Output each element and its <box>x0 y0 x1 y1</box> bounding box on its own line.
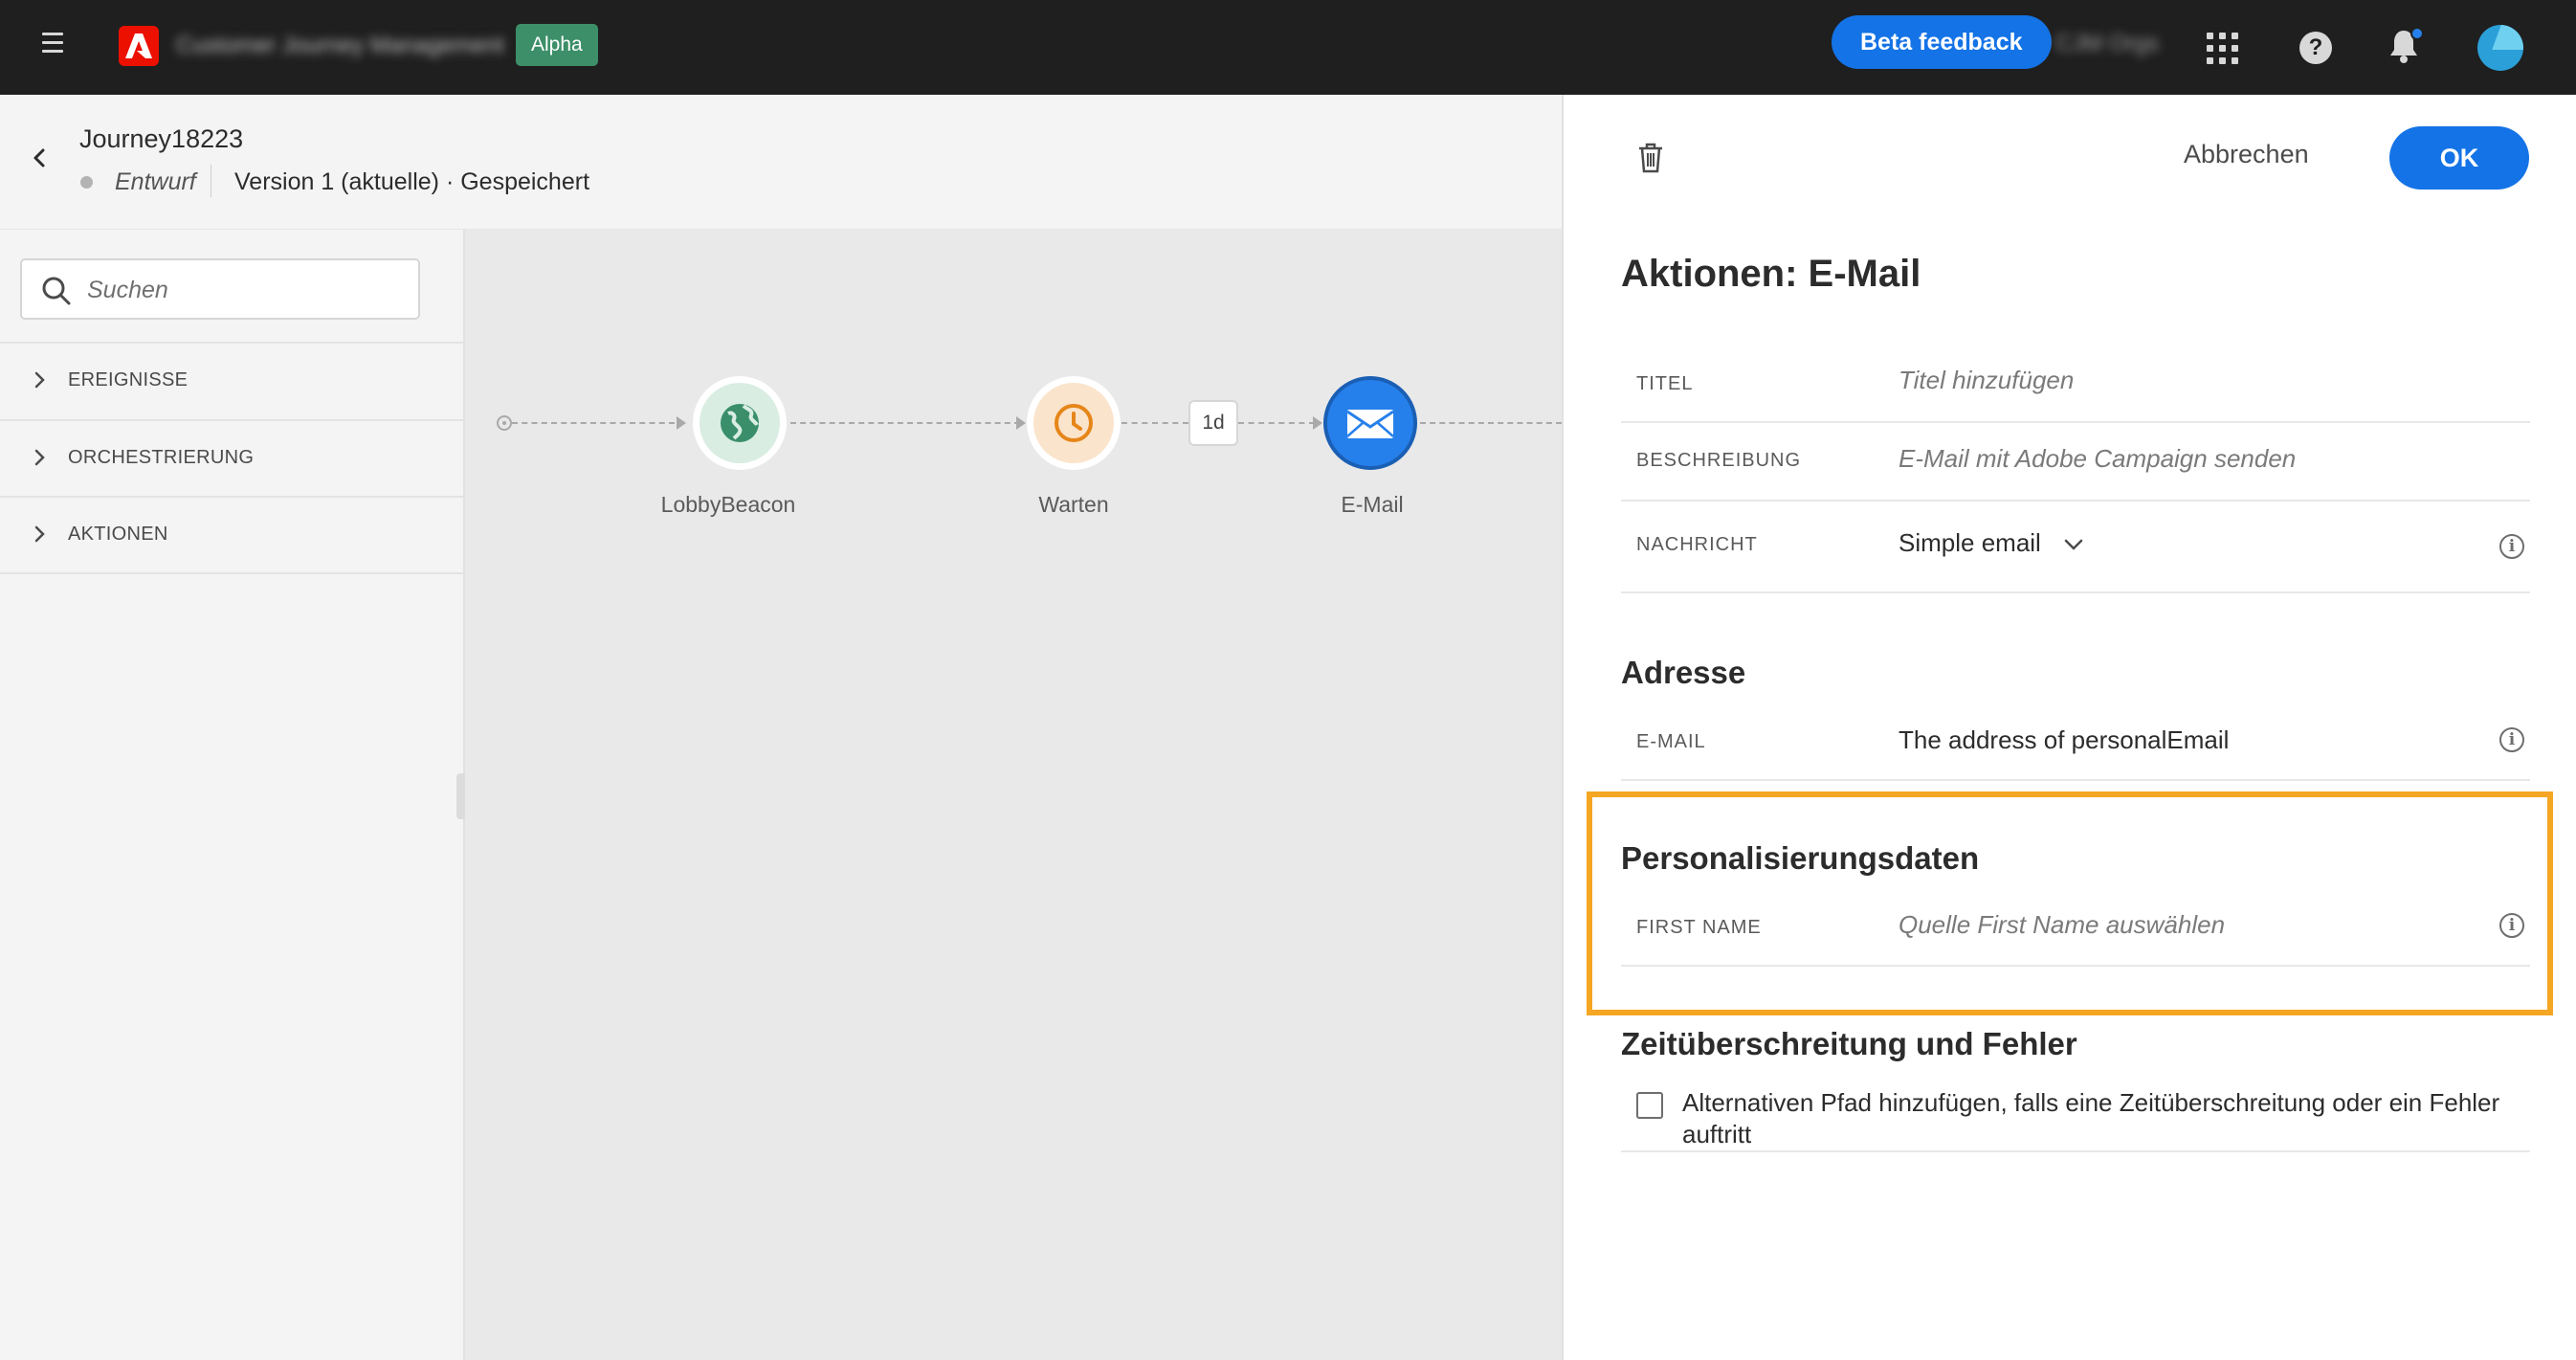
palette-section-label: ORCHESTRIERUNG <box>68 447 255 468</box>
node-warten[interactable] <box>1027 376 1121 470</box>
section-title-timeout: Zeitüberschreitung und Fehler <box>1621 1026 2077 1061</box>
journey-title: Journey18223 <box>79 124 244 153</box>
palette-section-label: EREIGNISSE <box>68 369 189 390</box>
field-label: E-MAIL <box>1636 731 1706 752</box>
wait-duration-badge[interactable]: 1d <box>1188 400 1238 446</box>
connector-line <box>1121 422 1188 424</box>
palette-section-orchestrierung[interactable]: ORCHESTRIERUNG <box>0 419 463 496</box>
start-point-icon <box>497 415 512 431</box>
description-input[interactable]: E-Mail mit Adobe Campaign senden <box>1899 444 2296 474</box>
connector-line <box>790 422 1020 424</box>
journey-version: Version 1 (aktuelle) · Gespeichert <box>234 168 590 195</box>
globe-icon <box>700 383 780 463</box>
info-icon[interactable]: i <box>2499 727 2524 752</box>
divider <box>0 572 463 574</box>
journey-header <box>0 95 1562 230</box>
alternative-path-checkbox[interactable] <box>1636 1092 1663 1119</box>
node-label: LobbyBeacon <box>660 492 796 517</box>
connector-arrow-icon <box>677 416 686 430</box>
field-label: BESCHREIBUNG <box>1636 450 1802 471</box>
status-dot-icon <box>80 176 93 189</box>
app-name: Customer Journey Management <box>176 33 504 58</box>
info-icon[interactable]: i <box>2499 534 2524 559</box>
user-avatar[interactable] <box>2477 25 2523 71</box>
chevron-right-icon <box>34 371 45 389</box>
message-select[interactable]: Simple email <box>1899 528 2084 558</box>
email-address-field[interactable]: The address of personalEmail <box>1899 725 2229 755</box>
connector-line <box>512 422 675 424</box>
mail-icon <box>1330 383 1410 463</box>
palette-search[interactable] <box>20 258 420 320</box>
node-label: Warten <box>1038 492 1109 517</box>
section-title-adresse: Adresse <box>1621 655 1746 690</box>
node-label: E-Mail <box>1341 492 1404 517</box>
field-row-first-name: FIRST NAME Quelle First Name auswählen i <box>1621 894 2530 967</box>
apps-grid-icon[interactable] <box>2207 33 2239 65</box>
cancel-button[interactable]: Abbrechen <box>2184 140 2309 169</box>
notification-dot <box>2410 27 2424 40</box>
org-switcher[interactable]: CJM Orgs <box>2055 31 2159 57</box>
ok-button[interactable]: OK <box>2389 126 2529 190</box>
beta-feedback-button[interactable]: Beta feedback <box>1832 15 2052 69</box>
chevron-right-icon <box>34 449 45 466</box>
hamburger-menu-icon[interactable] <box>42 33 71 61</box>
help-icon[interactable]: ? <box>2299 32 2332 64</box>
first-name-source-input[interactable]: Quelle First Name auswählen <box>1899 910 2225 940</box>
journey-status: Entwurf <box>115 168 196 195</box>
connector-line <box>1238 422 1315 424</box>
back-chevron-icon[interactable] <box>29 147 50 168</box>
node-lobbybeacon[interactable] <box>693 376 787 470</box>
chevron-right-icon <box>34 525 45 543</box>
checkbox-label: Alternativen Pfad hinzufügen, falls eine… <box>1682 1088 2500 1148</box>
field-row-email: E-MAIL The address of personalEmail i <box>1621 706 2530 781</box>
message-select-value: Simple email <box>1899 528 2041 557</box>
field-row-nachricht: NACHRICHT Simple email i <box>1621 502 2530 593</box>
field-label: NACHRICHT <box>1636 534 1758 555</box>
node-e-mail[interactable] <box>1323 376 1417 470</box>
delete-trash-icon[interactable] <box>1636 142 1665 174</box>
field-row-beschreibung: BESCHREIBUNG E-Mail mit Adobe Campaign s… <box>1621 423 2530 502</box>
palette-section-label: AKTIONEN <box>68 524 168 545</box>
connector-line <box>1420 422 1562 424</box>
connector-arrow-icon <box>1016 416 1026 430</box>
palette-section-ereignisse[interactable]: EREIGNISSE <box>0 342 463 418</box>
alpha-badge: Alpha <box>516 24 598 66</box>
title-input[interactable]: Titel hinzufügen <box>1899 366 2074 395</box>
section-title-personalisierungsdaten: Personalisierungsdaten <box>1621 840 1980 876</box>
divider <box>1621 1150 2530 1152</box>
notifications-bell-icon[interactable] <box>2389 27 2424 65</box>
info-icon[interactable]: i <box>2499 913 2524 938</box>
field-label: TITEL <box>1636 373 1694 394</box>
panel-title: Aktionen: E-Mail <box>1621 253 1921 295</box>
search-icon <box>42 277 71 305</box>
palette-section-aktionen[interactable]: AKTIONEN <box>0 496 463 572</box>
chevron-down-icon <box>2064 539 2083 550</box>
connector-arrow-icon <box>1313 416 1322 430</box>
field-row-titel: TITEL Titel hinzufügen <box>1621 345 2530 423</box>
search-input[interactable] <box>87 270 403 310</box>
clock-icon <box>1033 383 1114 463</box>
adobe-logo-icon[interactable] <box>119 26 159 66</box>
top-bar: Customer Journey Management Alpha Beta f… <box>0 0 2576 95</box>
field-label: FIRST NAME <box>1636 917 1762 938</box>
